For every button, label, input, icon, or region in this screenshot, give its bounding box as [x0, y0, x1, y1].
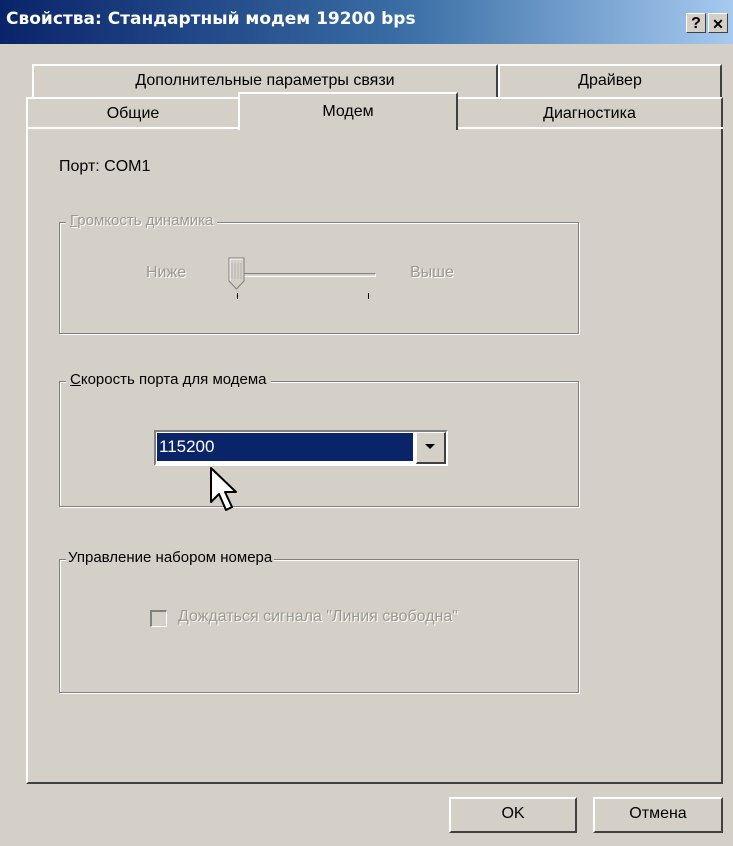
title-bar[interactable]: Свойства: Стандартный модем 19200 bps ? … — [0, 0, 733, 44]
tab-label: Диагностика — [543, 105, 636, 122]
volume-tick — [368, 293, 369, 299]
port-speed-group: Скорость порта для модема 115200 — [59, 371, 579, 507]
close-button[interactable]: ✕ — [708, 13, 728, 33]
tab-label: Общие — [106, 105, 160, 122]
dial-control-title: Управление набором номера — [66, 549, 275, 566]
help-button[interactable]: ? — [686, 13, 706, 33]
port-speed-title: Скорость порта для модема — [66, 371, 271, 388]
modem-properties-dialog: Свойства: Стандартный модем 19200 bps ? … — [0, 0, 733, 846]
cancel-button[interactable]: Отмена — [593, 797, 723, 833]
tab-label: Дополнительные параметры связи — [135, 72, 395, 89]
tab-label: Модем — [322, 103, 374, 120]
chevron-down-icon — [425, 444, 435, 449]
volume-low-label: Ниже — [146, 264, 187, 281]
close-icon: ✕ — [712, 16, 724, 32]
volume-tick — [237, 293, 238, 299]
speaker-volume-group: Громкость динамика Ниже Выше — [59, 212, 579, 334]
port-label: Порт: — [59, 158, 100, 175]
wait-dialtone-checkbox[interactable] — [150, 610, 167, 627]
tab-label: Драйвер — [578, 72, 642, 89]
ok-button[interactable]: OK — [449, 797, 577, 833]
port-value: COM1 — [104, 158, 151, 175]
port-speed-combobox[interactable]: 115200 — [154, 430, 448, 466]
mouse-cursor-icon — [210, 467, 237, 511]
port-speed-selected-value[interactable]: 115200 — [157, 433, 413, 461]
window-title: Свойства: Стандартный модем 19200 bps — [6, 9, 416, 29]
volume-high-label: Выше — [410, 264, 454, 281]
tab-diagnostics[interactable]: Диагностика — [456, 97, 723, 129]
speaker-volume-title: Громкость динамика — [66, 212, 218, 229]
tab-general[interactable]: Общие — [26, 97, 240, 129]
dropdown-button[interactable] — [416, 432, 446, 464]
wait-dialtone-label: Дождаться сигнала "Линия свободна" — [178, 608, 458, 625]
tab-modem[interactable]: Модем — [238, 92, 458, 130]
port-line: Порт: COM1 — [59, 158, 150, 176]
tab-driver[interactable]: Драйвер — [498, 64, 722, 100]
volume-slider-track[interactable] — [236, 273, 376, 277]
dial-control-group: Управление набором номера Дождаться сигн… — [59, 549, 579, 693]
volume-slider-thumb[interactable] — [228, 257, 246, 291]
